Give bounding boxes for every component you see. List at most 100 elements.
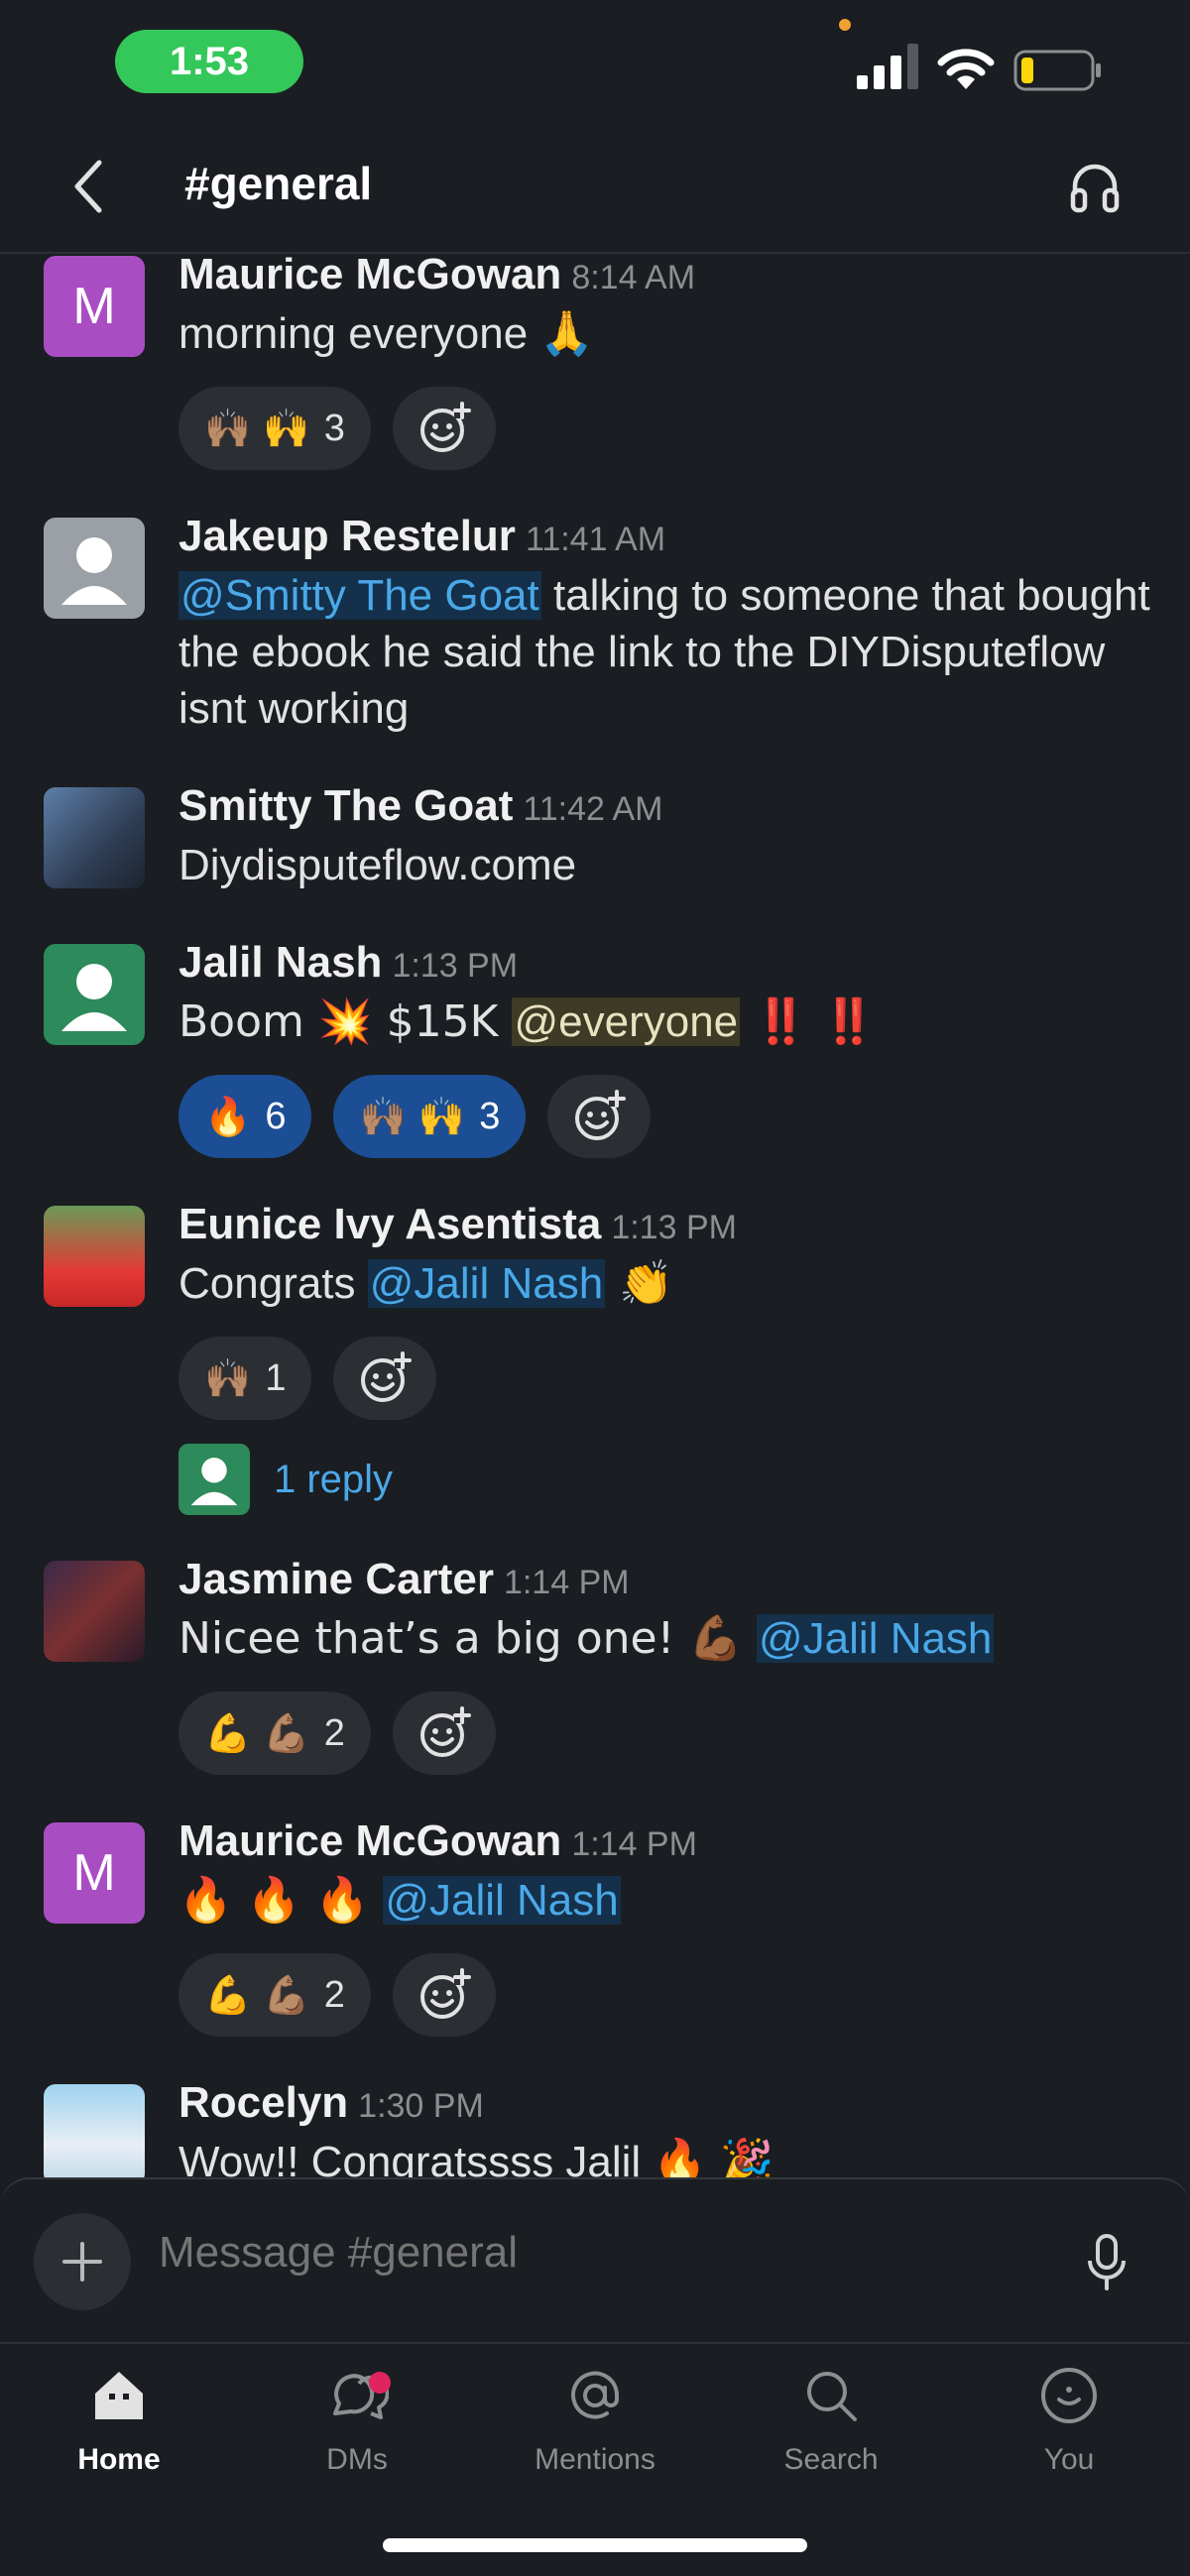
- tab-search-label: Search: [783, 2443, 879, 2476]
- timestamp: 1:13 PM: [392, 947, 519, 985]
- timestamp: 1:13 PM: [611, 1209, 737, 1246]
- tab-dms[interactable]: DMs: [258, 2364, 456, 2477]
- timestamp: 1:14 PM: [503, 1564, 630, 1601]
- tab-dms-label: DMs: [326, 2443, 388, 2476]
- status-bar: 1:53: [0, 0, 1190, 129]
- reaction-chip[interactable]: 💪 💪🏽 2: [178, 1692, 371, 1775]
- reaction-emoji: 🙌🏽: [204, 1355, 252, 1400]
- author-name[interactable]: Jakeup Restelur: [178, 512, 516, 560]
- reaction-chip[interactable]: 🙌🏽 🙌 3: [178, 387, 371, 470]
- tab-you[interactable]: You: [970, 2364, 1168, 2477]
- default-user-icon: [61, 964, 127, 1031]
- add-reaction-button[interactable]: [392, 1692, 496, 1775]
- avatar[interactable]: [44, 1206, 145, 1307]
- reaction-emoji: 🔥: [204, 1094, 252, 1138]
- wifi-icon: [937, 49, 995, 89]
- add-reaction-icon: [419, 402, 471, 452]
- message-composer: [0, 2177, 1190, 2344]
- reaction-count: 3: [479, 1095, 501, 1137]
- user-mention[interactable]: @Jalil Nash: [383, 1876, 621, 1925]
- message-text: 🔥 🔥 🔥 @Jalil Nash: [178, 1875, 621, 1926]
- reaction-bar: 🙌🏽 🙌 3: [178, 387, 496, 470]
- channel-header: #general: [0, 129, 1190, 254]
- avatar[interactable]: M: [44, 1822, 145, 1924]
- unread-badge: [369, 2372, 391, 2394]
- avatar[interactable]: [44, 518, 145, 619]
- headphones-icon[interactable]: [1067, 159, 1123, 214]
- tab-home[interactable]: Home: [20, 2364, 218, 2477]
- tab-mentions[interactable]: Mentions: [496, 2364, 694, 2477]
- add-reaction-button[interactable]: [392, 387, 496, 470]
- plus-icon: [62, 2242, 102, 2282]
- timestamp: 1:14 PM: [571, 1825, 697, 1863]
- timestamp: 1:30 PM: [358, 2087, 484, 2125]
- reply-count-link[interactable]: 1 reply: [274, 1458, 393, 1502]
- author-name[interactable]: Maurice McGowan: [178, 254, 561, 298]
- tab-you-label: You: [1043, 2443, 1095, 2476]
- add-reaction-icon: [361, 1351, 413, 1402]
- avatar[interactable]: [44, 1561, 145, 1662]
- reaction-emoji: 🙌🏽 🙌: [204, 406, 310, 450]
- privacy-indicator-dot: [839, 19, 851, 31]
- message-text: Wow!! Congratssss Jalil 🔥 🎉: [178, 2138, 774, 2177]
- message-text: Boom 💥 $15K @everyone ‼️ ‼️: [178, 996, 877, 1047]
- search-icon: [807, 2372, 857, 2421]
- reply-avatar: [178, 1444, 250, 1515]
- reaction-bar: 💪 💪🏽 2: [178, 1692, 496, 1775]
- tab-search[interactable]: Search: [732, 2364, 930, 2477]
- signal-icon: [857, 44, 918, 89]
- add-reaction-icon: [419, 1706, 471, 1757]
- author-name[interactable]: Rocelyn: [178, 2078, 348, 2127]
- message-text: morning everyone 🙏: [178, 309, 595, 358]
- author-name[interactable]: Eunice Ivy Asentista: [178, 1200, 601, 1248]
- author-name[interactable]: Jasmine Carter: [178, 1555, 494, 1603]
- channel-title[interactable]: #general: [184, 157, 372, 210]
- reaction-chip[interactable]: 💪 💪🏽 2: [178, 1953, 371, 2037]
- battery-icon: [1013, 50, 1101, 91]
- avatar[interactable]: [44, 944, 145, 1045]
- back-chevron-icon[interactable]: [65, 157, 115, 216]
- avatar[interactable]: M: [44, 256, 145, 357]
- message-text: Nicee that’s a big one! 💪🏾 @Jalil Nash: [178, 1613, 995, 1664]
- reaction-emoji: 💪 💪🏽: [204, 1710, 310, 1755]
- status-time: 1:53: [115, 30, 303, 93]
- message-input[interactable]: [157, 2227, 954, 2279]
- reaction-count: 1: [265, 1356, 287, 1399]
- home-icon: [95, 2372, 143, 2419]
- author-name[interactable]: Maurice McGowan: [178, 1816, 561, 1865]
- tab-mentions-label: Mentions: [535, 2443, 655, 2476]
- timestamp: 8:14 AM: [571, 259, 696, 296]
- microphone-icon[interactable]: [1085, 2233, 1129, 2292]
- add-reaction-button[interactable]: [547, 1075, 652, 1158]
- timestamp: 11:41 AM: [525, 521, 666, 558]
- avatar[interactable]: [44, 787, 145, 888]
- thread-replies[interactable]: 1 reply: [178, 1444, 393, 1515]
- everyone-mention[interactable]: @everyone: [512, 997, 741, 1046]
- reaction-count: 2: [323, 1711, 345, 1754]
- reaction-bar: 💪 💪🏽 2: [178, 1953, 496, 2037]
- add-reaction-button[interactable]: [392, 1953, 496, 2037]
- author-name[interactable]: Jalil Nash: [178, 938, 382, 987]
- avatar[interactable]: [44, 2084, 145, 2177]
- tab-home-label: Home: [77, 2443, 161, 2476]
- message-text: Diydisputeflow.come: [178, 841, 577, 889]
- home-indicator: [383, 2538, 807, 2552]
- reaction-bar: 🔥 6 🙌🏽 🙌 3: [178, 1075, 652, 1158]
- add-reaction-button[interactable]: [333, 1337, 437, 1420]
- default-user-icon: [190, 1458, 238, 1506]
- message-feed[interactable]: M Maurice McGowan 8:14 AM morning everyon…: [0, 254, 1190, 2177]
- reaction-count: 2: [323, 1973, 345, 2016]
- reaction-chip[interactable]: 🔥 6: [178, 1075, 312, 1158]
- user-mention[interactable]: @Smitty The Goat: [178, 571, 541, 620]
- user-mention[interactable]: @Jalil Nash: [757, 1614, 995, 1663]
- user-mention[interactable]: @Jalil Nash: [367, 1259, 606, 1308]
- reaction-chip[interactable]: 🙌🏽 🙌 3: [333, 1075, 527, 1158]
- message-text: @Smitty The Goat talking to someone that…: [178, 571, 1150, 733]
- author-name[interactable]: Smitty The Goat: [178, 781, 513, 830]
- add-attachment-button[interactable]: [34, 2213, 131, 2310]
- you-icon: [1041, 2368, 1097, 2423]
- message-text: Congrats @Jalil Nash 👏: [178, 1258, 673, 1309]
- reaction-chip[interactable]: 🙌🏽 1: [178, 1337, 312, 1420]
- add-reaction-icon: [419, 1968, 471, 2019]
- add-reaction-icon: [575, 1090, 627, 1140]
